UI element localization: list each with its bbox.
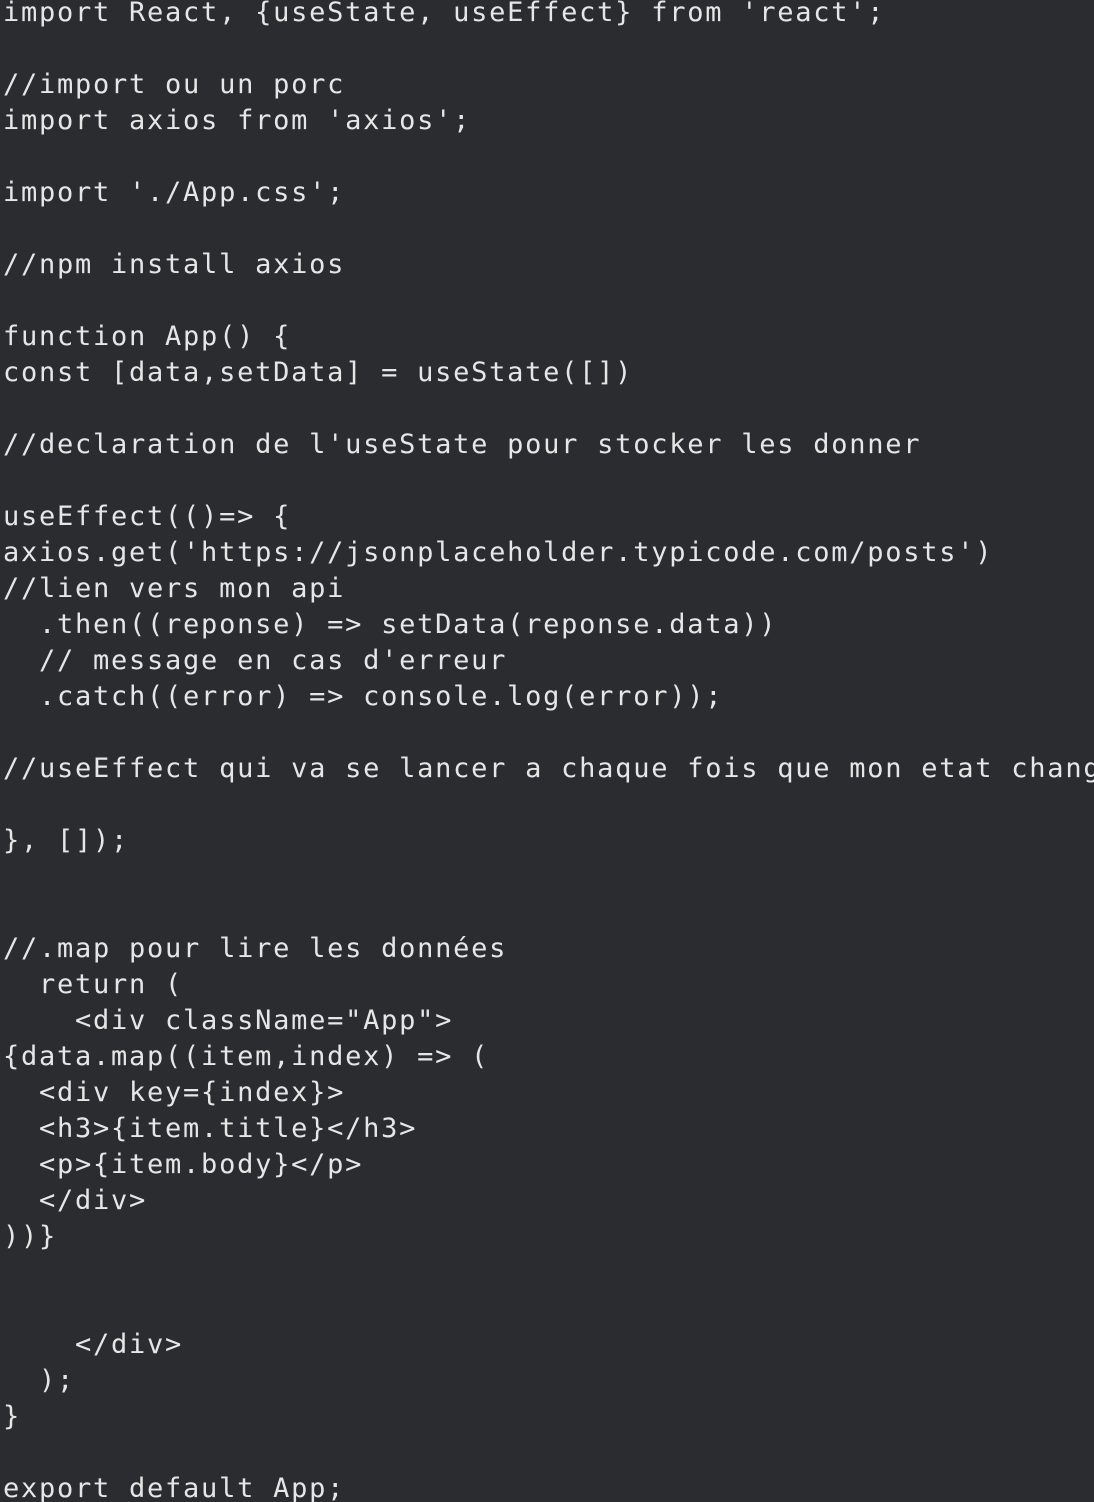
code-line[interactable]	[3, 900, 1094, 936]
code-line[interactable]: .then((reponse) => setData(reponse.data)…	[3, 612, 1094, 648]
code-line[interactable]: return (	[3, 972, 1094, 1008]
code-line[interactable]: .catch((error) => console.log(error));	[3, 684, 1094, 720]
code-line[interactable]: //lien vers mon api	[3, 576, 1094, 612]
code-line[interactable]: export default App;	[3, 1476, 1094, 1502]
code-line[interactable]: //npm install axios	[3, 252, 1094, 288]
code-line[interactable]	[3, 1260, 1094, 1296]
code-line[interactable]: // message en cas d'erreur	[3, 648, 1094, 684]
code-line[interactable]: import './App.css';	[3, 180, 1094, 216]
code-line[interactable]: <p>{item.body}</p>	[3, 1152, 1094, 1188]
code-lines[interactable]: import React, {useState, useEffect} from…	[0, 0, 1094, 1502]
code-line[interactable]: function App() {	[3, 324, 1094, 360]
code-line[interactable]: <div key={index}>	[3, 1080, 1094, 1116]
code-line[interactable]: useEffect(()=> {	[3, 504, 1094, 540]
code-line[interactable]: const [data,setData] = useState([])	[3, 360, 1094, 396]
code-line[interactable]: </div>	[3, 1188, 1094, 1224]
code-editor[interactable]: import React, {useState, useEffect} from…	[0, 0, 1094, 1502]
code-line[interactable]	[3, 792, 1094, 828]
code-line[interactable]	[3, 396, 1094, 432]
code-line[interactable]: }, []);	[3, 828, 1094, 864]
code-line[interactable]: ))}	[3, 1224, 1094, 1260]
code-line[interactable]: //declaration de l'useState pour stocker…	[3, 432, 1094, 468]
code-line[interactable]: </div>	[3, 1332, 1094, 1368]
code-line[interactable]	[3, 288, 1094, 324]
code-line[interactable]: {data.map((item,index) => (	[3, 1044, 1094, 1080]
code-line[interactable]	[3, 720, 1094, 756]
code-line[interactable]: <div className="App">	[3, 1008, 1094, 1044]
code-line[interactable]	[3, 1440, 1094, 1476]
code-line[interactable]: <h3>{item.title}</h3>	[3, 1116, 1094, 1152]
code-line[interactable]: import React, {useState, useEffect} from…	[3, 0, 1094, 36]
code-line[interactable]	[3, 1296, 1094, 1332]
code-line[interactable]	[3, 864, 1094, 900]
code-line[interactable]: //import ou un porc	[3, 72, 1094, 108]
code-line[interactable]: import axios from 'axios';	[3, 108, 1094, 144]
code-line[interactable]: //.map pour lire les données	[3, 936, 1094, 972]
code-line[interactable]: axios.get('https://jsonplaceholder.typic…	[3, 540, 1094, 576]
code-line[interactable]	[3, 144, 1094, 180]
code-line[interactable]: }	[3, 1404, 1094, 1440]
code-line[interactable]: );	[3, 1368, 1094, 1404]
code-line[interactable]	[3, 36, 1094, 72]
code-line[interactable]: //useEffect qui va se lancer a chaque fo…	[3, 756, 1094, 792]
code-line[interactable]	[3, 468, 1094, 504]
code-line[interactable]	[3, 216, 1094, 252]
